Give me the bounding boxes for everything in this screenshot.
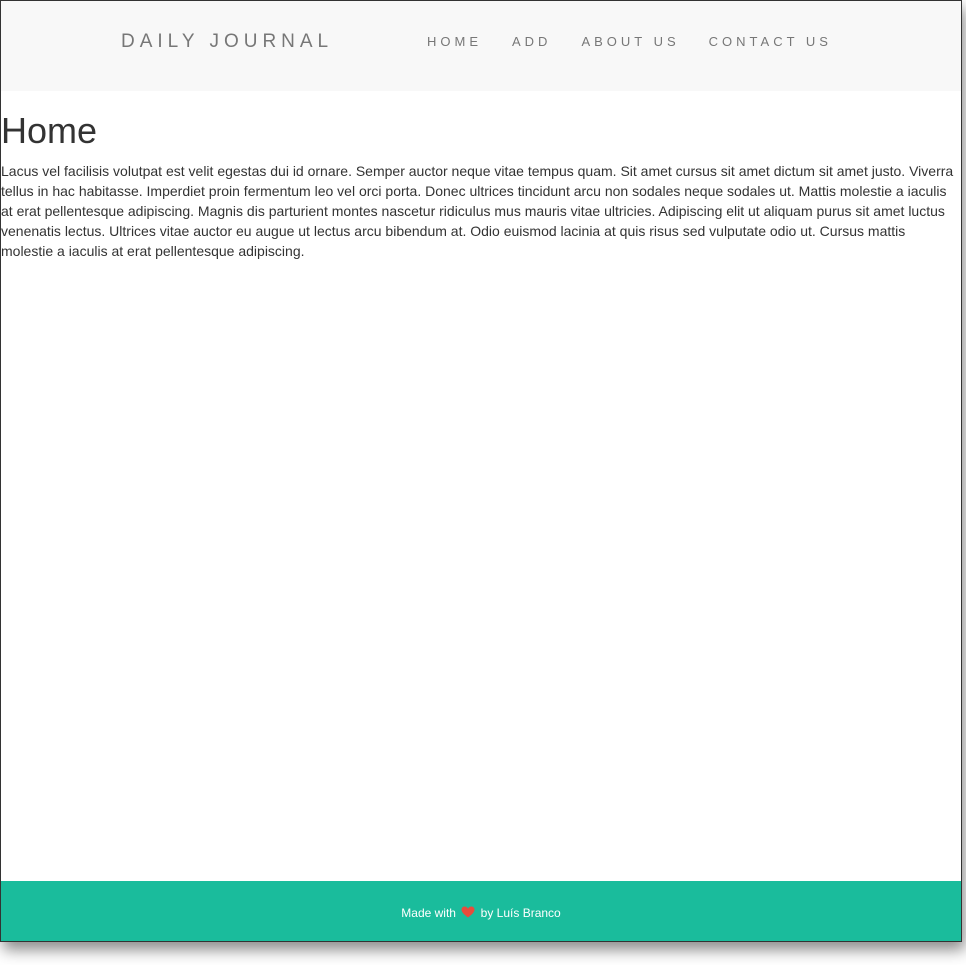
nav-item-about-us[interactable]: ABOUT US <box>581 34 679 49</box>
page-title: Home <box>1 110 98 151</box>
nav-item-add[interactable]: ADD <box>512 34 551 49</box>
footer-prefix: Made with <box>401 906 456 920</box>
intro-paragraph: Lacus vel facilisis volutpat est velit e… <box>1 163 954 259</box>
nav-item-home[interactable]: HOME <box>427 34 482 49</box>
navbar: DAILY JOURNAL HOME ADD ABOUT US CONTACT … <box>1 1 961 91</box>
nav-menu: HOME ADD ABOUT US CONTACT US <box>427 34 832 49</box>
brand-link[interactable]: DAILY JOURNAL <box>121 31 333 53</box>
footer-suffix: by Luís Branco <box>480 906 561 920</box>
main-content: Home Lacus vel facilisis volutpat est ve… <box>1 109 961 261</box>
nav-item-contact-us[interactable]: CONTACT US <box>709 34 832 49</box>
footer: Made with by Luís Branco <box>1 881 961 941</box>
browser-window: DAILY JOURNAL HOME ADD ABOUT US CONTACT … <box>0 0 962 942</box>
footer-credit: Made with by Luís Branco <box>1 906 961 920</box>
heart-icon <box>461 906 475 918</box>
